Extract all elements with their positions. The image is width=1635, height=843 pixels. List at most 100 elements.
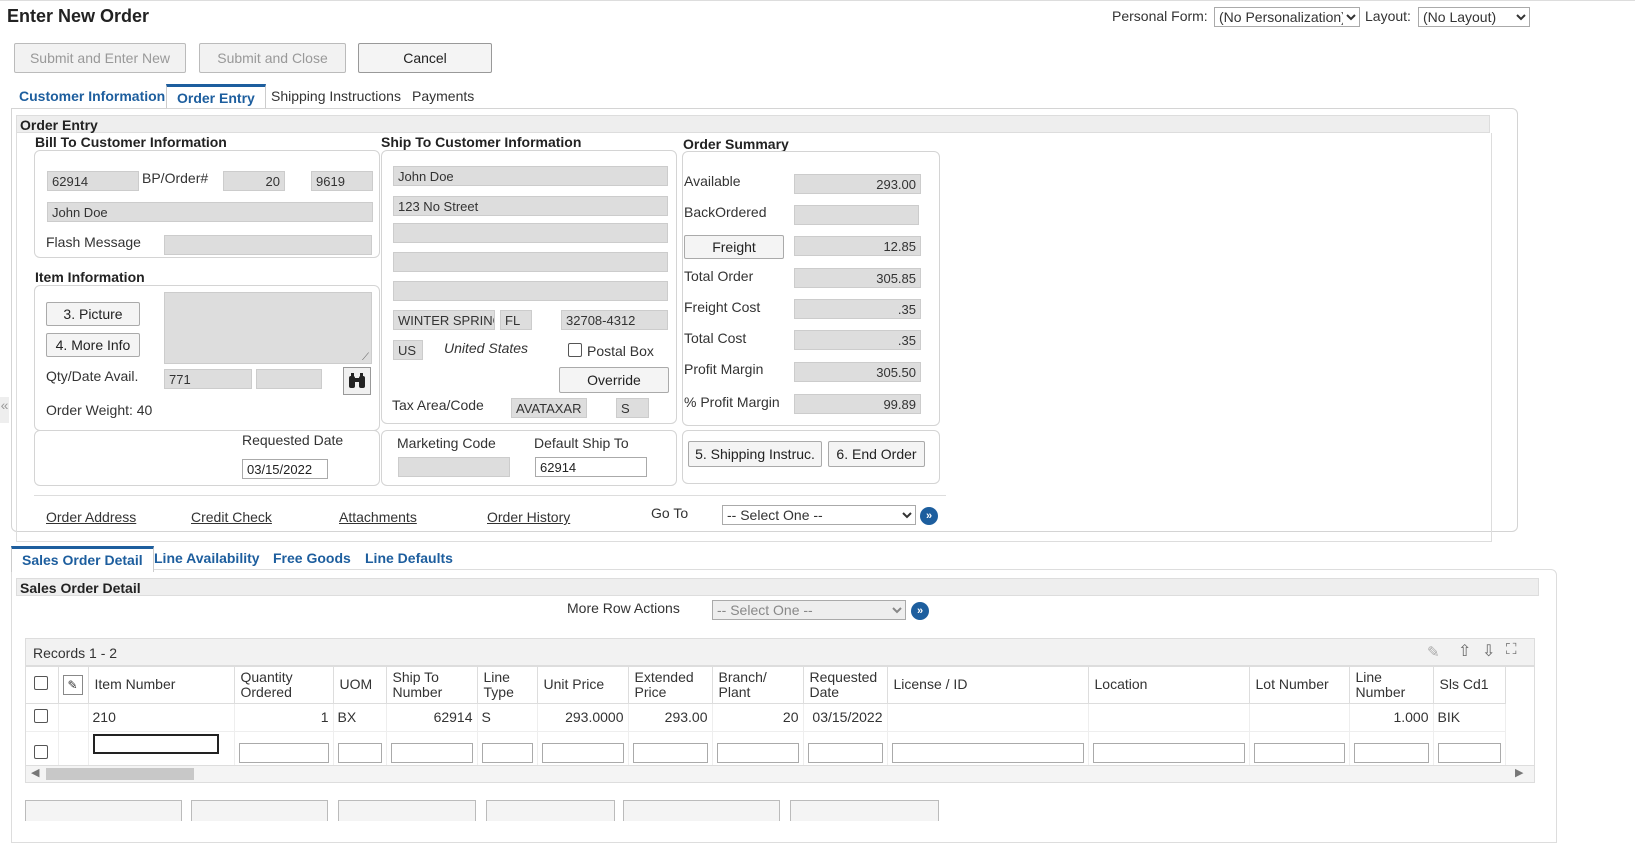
new-line-type-input[interactable]: [481, 743, 533, 763]
col-line-type[interactable]: Line Type: [477, 667, 538, 704]
scrollbar-thumb[interactable]: [46, 768, 194, 780]
col-item-number[interactable]: Item Number: [88, 667, 235, 704]
total-order-field: 305.85: [794, 268, 921, 288]
new-sls-cd1-input[interactable]: [1437, 743, 1501, 763]
cell-line-type[interactable]: S: [477, 703, 538, 732]
pct-profit-margin-field: 99.89: [794, 394, 921, 414]
cancel-button[interactable]: Cancel: [358, 43, 492, 73]
submit-and-enter-new-button[interactable]: Submit and Enter New: [14, 43, 186, 73]
bottom-button-4[interactable]: [486, 800, 615, 821]
bp-order-label: BP/Order#: [142, 170, 209, 186]
cell-license-id[interactable]: [887, 703, 1089, 732]
new-row-checkbox[interactable]: [34, 744, 48, 759]
col-branch-plant[interactable]: Branch/ Plant: [712, 667, 804, 704]
tab-free-goods[interactable]: Free Goods: [273, 550, 351, 566]
new-ship-to-input[interactable]: [390, 743, 473, 763]
new-uom-input[interactable]: [337, 743, 382, 763]
order-entry-section-title: Order Entry: [16, 115, 1490, 133]
tab-line-availability[interactable]: Line Availability: [154, 550, 260, 566]
cell-ship-to[interactable]: 62914: [386, 703, 478, 732]
col-extended-price[interactable]: Extended Price: [628, 667, 713, 704]
postal-box-checkbox[interactable]: [568, 343, 582, 357]
fullscreen-icon[interactable]: ⛶: [1506, 641, 1517, 658]
picture-button[interactable]: 3. Picture: [46, 302, 140, 326]
tab-sales-order-detail[interactable]: Sales Order Detail: [11, 546, 154, 572]
cell-extended-price[interactable]: 293.00: [628, 703, 713, 732]
cell-uom[interactable]: BX: [333, 703, 387, 732]
cell-sls-cd1[interactable]: BIK: [1433, 703, 1506, 732]
horizontal-scrollbar[interactable]: [25, 765, 1535, 783]
cell-quantity[interactable]: 1: [234, 703, 334, 732]
col-line-number[interactable]: Line Number: [1349, 667, 1434, 704]
new-branch-plant-input[interactable]: [716, 743, 799, 763]
row-actions-go-icon[interactable]: »: [911, 602, 929, 620]
new-item-number-input[interactable]: [92, 733, 219, 754]
bottom-button-5[interactable]: [623, 800, 780, 821]
cell-location[interactable]: [1088, 703, 1250, 732]
go-to-select[interactable]: -- Select One --: [722, 505, 916, 525]
tab-order-entry[interactable]: Order Entry: [166, 84, 266, 110]
more-row-actions-select[interactable]: -- Select One --: [712, 600, 906, 620]
col-lot-number[interactable]: Lot Number: [1249, 667, 1350, 704]
bottom-button-6[interactable]: [790, 800, 939, 821]
new-line-number-input[interactable]: [1353, 743, 1429, 763]
cell-branch-plant[interactable]: 20: [712, 703, 804, 732]
new-unit-price-input[interactable]: [541, 743, 624, 763]
qty-date-avail-label: Qty/Date Avail.: [46, 368, 139, 384]
row-checkbox[interactable]: [34, 708, 48, 723]
table-row[interactable]: 210 1 BX 62914 S 293.0000 293.00 20 03/1…: [26, 703, 1506, 732]
bottom-button-3[interactable]: [338, 800, 476, 821]
new-extended-price-input[interactable]: [632, 743, 708, 763]
tab-customer-information[interactable]: Customer Information: [19, 88, 165, 104]
binoculars-icon[interactable]: [343, 367, 371, 395]
edit-grid-icon[interactable]: ✎: [1427, 643, 1440, 661]
cell-item-number[interactable]: 210: [88, 703, 235, 732]
select-all-checkbox[interactable]: [34, 676, 48, 691]
tab-shipping-instructions[interactable]: Shipping Instructions: [271, 88, 401, 104]
flash-message-label: Flash Message: [46, 234, 141, 250]
end-order-button[interactable]: 6. End Order: [828, 441, 925, 467]
cell-line-number[interactable]: 1.000: [1349, 703, 1434, 732]
tab-line-defaults[interactable]: Line Defaults: [365, 550, 453, 566]
col-requested-date[interactable]: Requested Date: [803, 667, 888, 704]
cell-requested-date[interactable]: 03/15/2022: [803, 703, 888, 732]
collapse-left-icon[interactable]: «: [0, 397, 9, 423]
date-avail-field: [256, 369, 322, 389]
bottom-button-1[interactable]: [25, 800, 182, 821]
credit-check-link[interactable]: Credit Check: [191, 509, 272, 525]
col-unit-price[interactable]: Unit Price: [537, 667, 629, 704]
scroll-right-icon[interactable]: ▶: [1515, 766, 1523, 779]
new-requested-date-input[interactable]: [807, 743, 883, 763]
import-icon[interactable]: ⇩: [1482, 641, 1495, 661]
requested-date-input[interactable]: 03/15/2022: [242, 459, 328, 479]
top-border: [0, 0, 1635, 1]
attachments-link[interactable]: Attachments: [339, 509, 417, 525]
col-uom[interactable]: UOM: [333, 667, 387, 704]
tab-payments[interactable]: Payments: [412, 88, 474, 104]
col-ship-to-number[interactable]: Ship To Number: [386, 667, 478, 704]
submit-and-close-button[interactable]: Submit and Close: [199, 43, 346, 73]
col-location[interactable]: Location: [1088, 667, 1250, 704]
shipping-instructions-button[interactable]: 5. Shipping Instruc.: [688, 441, 822, 467]
col-quantity-ordered[interactable]: Quantity Ordered: [234, 667, 334, 704]
go-arrow-icon[interactable]: »: [920, 507, 938, 525]
col-license-id[interactable]: License / ID: [887, 667, 1089, 704]
cell-lot-number[interactable]: [1249, 703, 1350, 732]
default-ship-to-input[interactable]: 62914: [535, 457, 647, 477]
col-sls-cd1[interactable]: Sls Cd1: [1433, 667, 1506, 704]
scroll-left-icon[interactable]: ◀: [31, 766, 39, 779]
more-info-button[interactable]: 4. More Info: [46, 333, 140, 357]
layout-select[interactable]: (No Layout): [1418, 7, 1530, 27]
new-quantity-input[interactable]: [238, 743, 329, 763]
freight-button[interactable]: Freight: [684, 235, 784, 259]
override-button[interactable]: Override: [559, 367, 669, 393]
cell-unit-price[interactable]: 293.0000: [537, 703, 629, 732]
export-icon[interactable]: ⇧: [1458, 641, 1471, 661]
new-license-id-input[interactable]: [891, 743, 1084, 763]
new-lot-number-input[interactable]: [1253, 743, 1345, 763]
bottom-button-2[interactable]: [191, 800, 328, 821]
order-history-link[interactable]: Order History: [487, 509, 570, 525]
personal-form-select[interactable]: (No Personalization): [1214, 7, 1360, 27]
new-location-input[interactable]: [1092, 743, 1245, 763]
order-address-link[interactable]: Order Address: [46, 509, 136, 525]
